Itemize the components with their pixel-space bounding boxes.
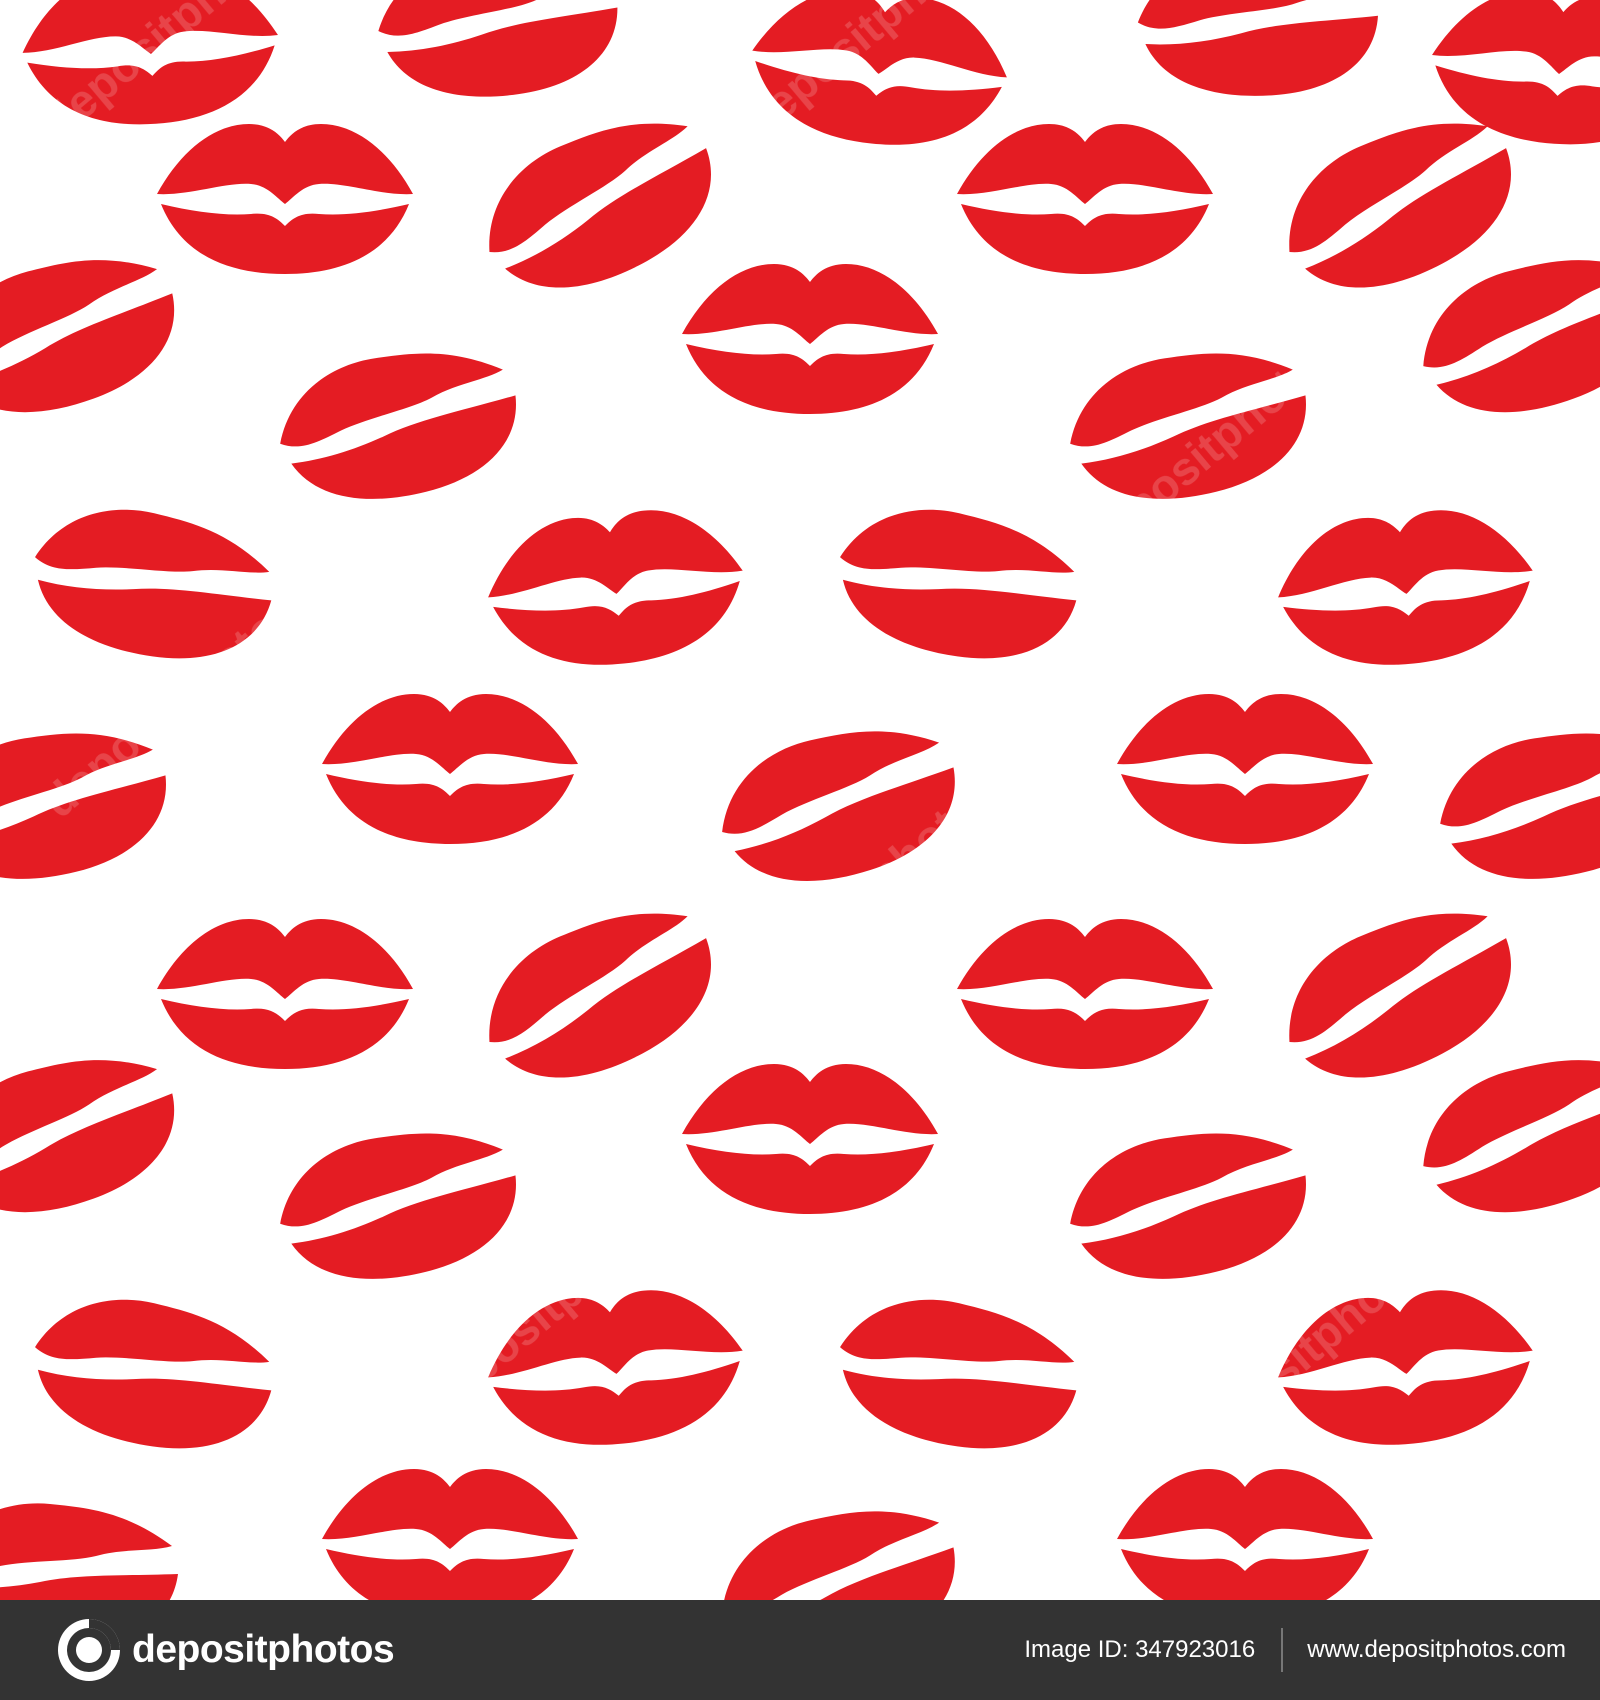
lip-print xyxy=(957,124,1213,274)
lip-print xyxy=(461,875,740,1115)
lip-print xyxy=(265,1106,533,1304)
lip-print xyxy=(828,497,1087,672)
lip-print xyxy=(1117,1469,1373,1600)
site-url-link[interactable]: www.depositphotos.com xyxy=(1307,1636,1566,1664)
lip-print xyxy=(480,500,752,677)
lip-print xyxy=(0,1503,178,1600)
stock-footer-bar: depositphotos Image ID: 347923016 www.de… xyxy=(0,1600,1600,1700)
lip-print xyxy=(1270,500,1542,677)
lip-print xyxy=(322,1469,578,1600)
lip-print-pattern: depositphotos depositphotos depositphoto… xyxy=(0,0,1600,1600)
lip-print xyxy=(1117,694,1373,844)
lip-print xyxy=(322,694,578,844)
lip-print xyxy=(682,264,938,414)
lip-print xyxy=(0,227,197,444)
lip-print xyxy=(461,85,740,325)
lip-prints xyxy=(0,0,1600,1600)
lip-print xyxy=(23,1287,282,1462)
brand-logo[interactable]: depositphotos xyxy=(56,1617,395,1683)
pattern-canvas: depositphotos depositphotos depositphoto… xyxy=(0,0,1600,1600)
lip-print xyxy=(828,1287,1087,1462)
lip-print xyxy=(682,1064,938,1214)
lip-print xyxy=(1133,0,1384,105)
lip-print xyxy=(1425,706,1600,904)
lip-print xyxy=(369,0,628,113)
image-id-label: Image ID: xyxy=(1024,1636,1129,1663)
image-id: Image ID: 347923016 xyxy=(1024,1628,1284,1672)
lip-print xyxy=(0,1027,197,1244)
lip-print xyxy=(1402,1027,1600,1244)
image-id-value: 347923016 xyxy=(1135,1636,1256,1663)
lip-print xyxy=(157,124,413,274)
lip-print xyxy=(157,919,413,1069)
lip-print xyxy=(957,919,1213,1069)
depositphotos-logo-icon xyxy=(58,1619,120,1681)
lip-print xyxy=(703,1480,976,1600)
brand-name: depositphotos xyxy=(132,1628,395,1671)
lip-print xyxy=(1055,1106,1323,1304)
